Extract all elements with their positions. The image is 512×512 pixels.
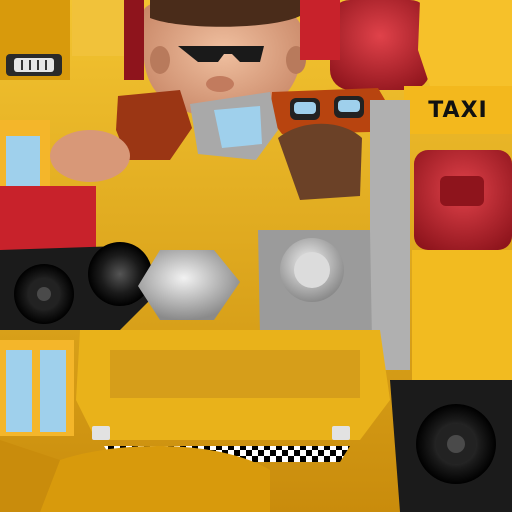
window-small-left xyxy=(6,136,40,188)
taxi-sign-text: TAXI xyxy=(428,97,488,123)
yellow-panel-top xyxy=(72,0,124,56)
side-mirror-arm xyxy=(370,100,410,370)
red-strip-top xyxy=(124,0,144,80)
taxi-texture-atlas: TAXI xyxy=(0,0,512,512)
hand-piece xyxy=(50,130,130,182)
window-bar-1 xyxy=(6,350,32,432)
texture-canvas xyxy=(0,0,512,512)
headlight-small-left xyxy=(92,426,110,440)
side-panel-right xyxy=(412,250,512,380)
headlight-small-right xyxy=(332,426,350,440)
tire-bottom-right xyxy=(390,380,512,512)
fender-bottom xyxy=(40,446,270,512)
mirror-glass xyxy=(214,106,262,148)
front-grille-piece xyxy=(0,0,70,80)
window-bar-2 xyxy=(40,350,66,432)
roof-yellow-cap xyxy=(418,0,512,100)
red-siren-light xyxy=(414,150,512,250)
